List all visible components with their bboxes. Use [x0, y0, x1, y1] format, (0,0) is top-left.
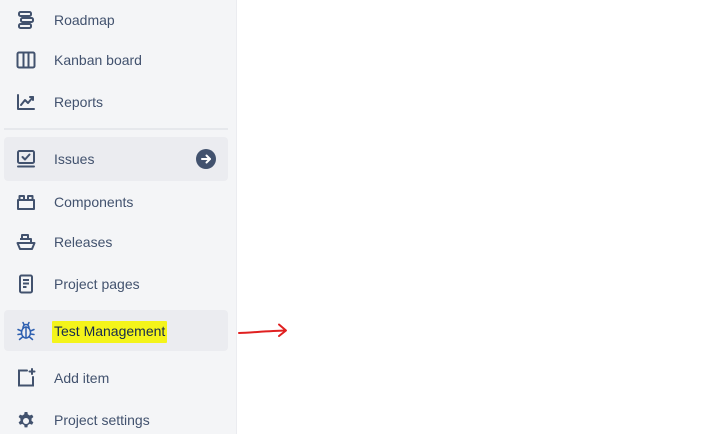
sidebar-item-test-management[interactable]: Test Management: [4, 310, 228, 351]
sidebar-item-label: Project settings: [54, 412, 150, 428]
red-annotation-arrow-icon: [238, 323, 287, 337]
sidebar-item-components[interactable]: Components: [4, 180, 228, 224]
issues-icon: [16, 149, 36, 169]
sidebar-item-label: Issues: [54, 151, 95, 167]
releases-icon: [16, 232, 36, 252]
sidebar-item-label: Add item: [54, 370, 110, 386]
reports-icon: [16, 92, 36, 112]
sidebar-item-roadmap[interactable]: Roadmap: [4, 0, 228, 42]
kanban-board-icon: [16, 50, 36, 70]
sidebar-item-project-pages[interactable]: Project pages: [4, 262, 228, 306]
sidebar-item-project-settings[interactable]: Project settings: [4, 398, 228, 442]
project-pages-icon: [16, 274, 36, 294]
arrow-right-circle-icon[interactable]: [196, 149, 216, 169]
project-sidebar: Roadmap Kanban board Reports Issues Comp…: [0, 0, 237, 434]
sidebar-item-label: Releases: [54, 234, 113, 250]
components-icon: [16, 192, 36, 212]
highlighted-label: Test Management: [52, 320, 168, 343]
bug-icon: [16, 321, 36, 341]
sidebar-item-kanban-board[interactable]: Kanban board: [4, 38, 228, 82]
sidebar-item-label: Test Management: [52, 320, 168, 343]
sidebar-item-label: Components: [54, 194, 134, 210]
sidebar-item-reports[interactable]: Reports: [4, 80, 228, 124]
add-item-icon: [16, 368, 36, 388]
sidebar-item-label: Reports: [54, 94, 104, 110]
sidebar-item-label: Roadmap: [54, 12, 115, 28]
sidebar-item-issues[interactable]: Issues: [4, 137, 228, 181]
sidebar-item-add-item[interactable]: Add item: [4, 356, 228, 400]
roadmap-icon: [16, 10, 36, 30]
gear-icon: [16, 410, 36, 430]
sidebar-item-label: Project pages: [54, 276, 140, 292]
sidebar-divider: [4, 128, 228, 130]
sidebar-item-label: Kanban board: [54, 52, 142, 68]
sidebar-item-releases[interactable]: Releases: [4, 220, 228, 264]
